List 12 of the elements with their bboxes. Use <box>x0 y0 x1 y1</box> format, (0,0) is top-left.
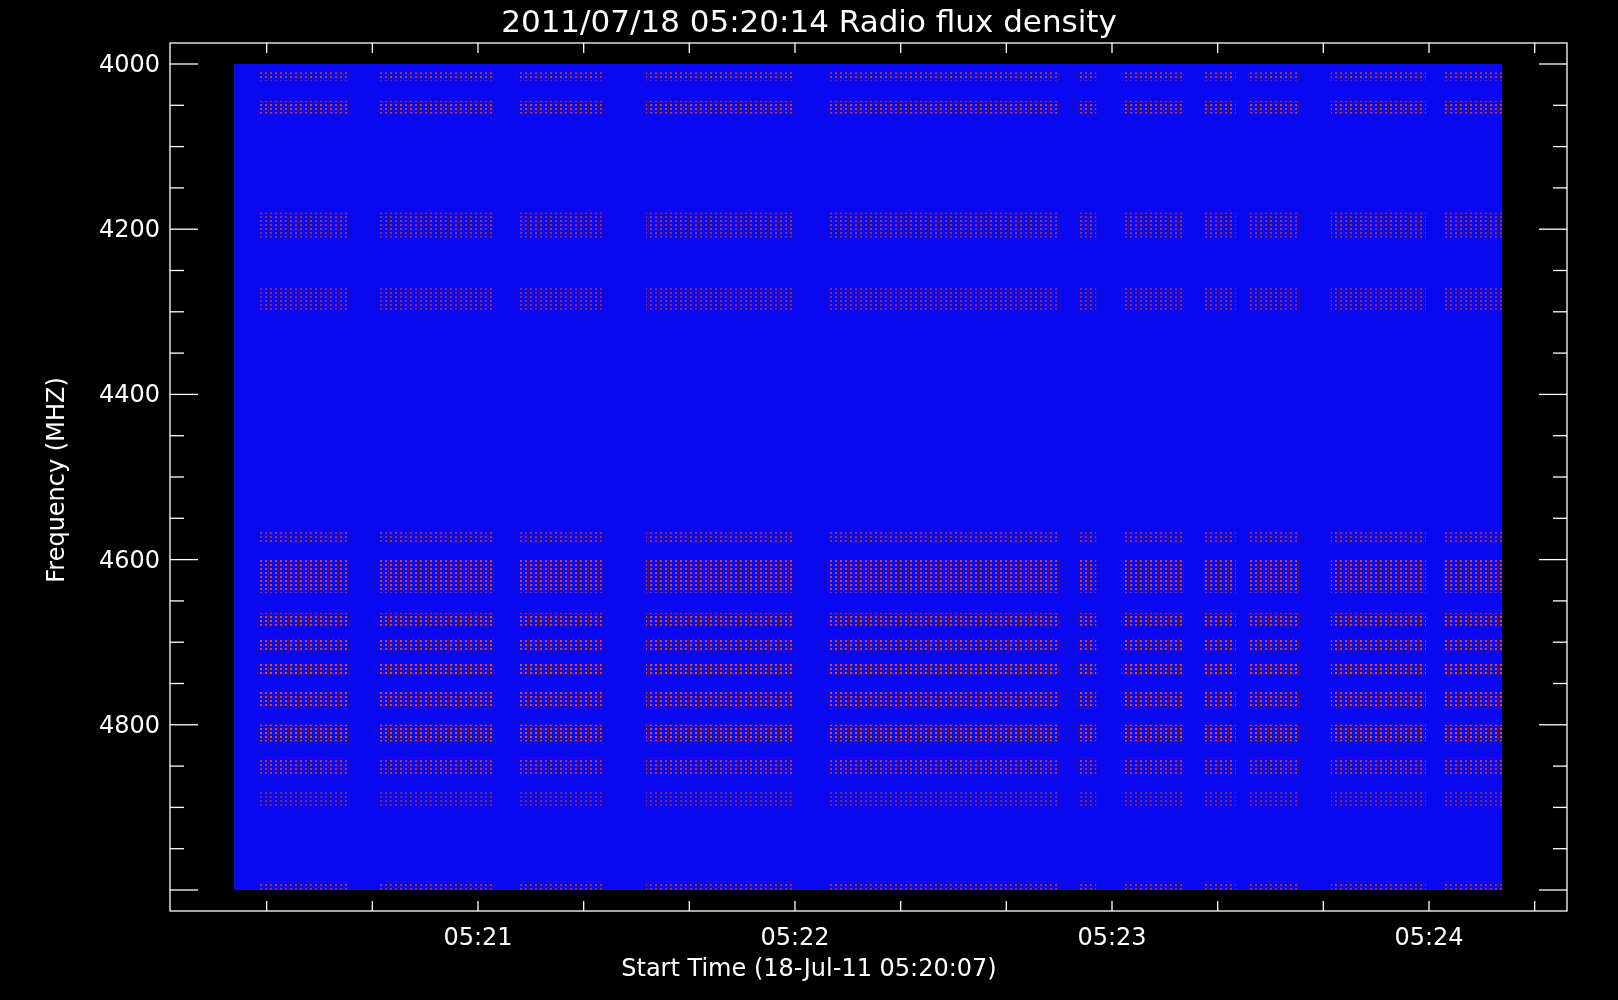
axis-label: Start Time (18-Jul-11 05:20:07) <box>621 954 997 982</box>
tick-label: 4200 <box>98 215 160 244</box>
tick-label: 05:24 <box>1394 923 1464 951</box>
tick-label: 4000 <box>98 50 160 78</box>
plot-title: 2011/07/18 05:20:14 Radio flux density <box>501 3 1117 39</box>
tick-label: 4800 <box>98 710 160 739</box>
tick-label: 4600 <box>98 545 160 574</box>
tick-label: 05:21 <box>443 923 513 951</box>
tick-label: 05:23 <box>1077 923 1147 951</box>
tick-label: 05:22 <box>760 923 830 951</box>
axis-label: Frequency (MHZ) <box>42 377 70 583</box>
tick-label: 4400 <box>98 380 160 409</box>
